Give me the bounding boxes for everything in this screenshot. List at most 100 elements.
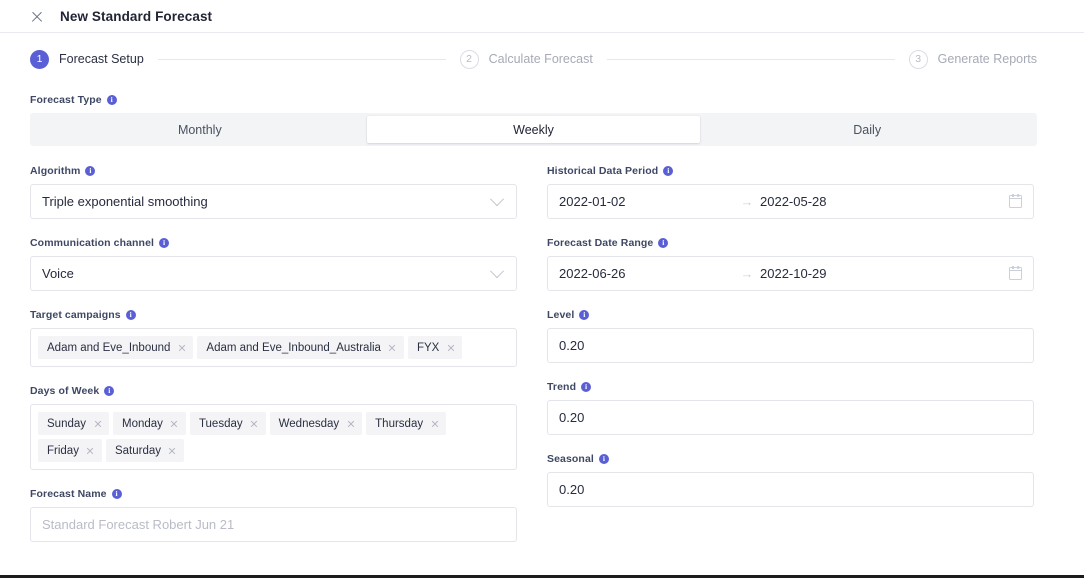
communication-channel-value: Voice <box>42 266 492 281</box>
days-of-week-input[interactable]: Sunday Monday Tuesday Wednesday <box>30 404 517 470</box>
seasonal-field: Seasonal i 0.20 <box>547 453 1034 507</box>
info-icon[interactable]: i <box>599 454 609 464</box>
form-columns: Algorithm i Triple exponential smoothing… <box>30 165 1037 560</box>
trend-field: Trend i 0.20 <box>547 381 1034 435</box>
step-label-2: Calculate Forecast <box>489 52 593 66</box>
info-icon[interactable]: i <box>579 310 589 320</box>
historical-data-period-daterange[interactable]: 2022-01-02 → 2022-05-28 <box>547 184 1034 219</box>
tag-remove-icon[interactable] <box>346 419 355 428</box>
forecast-end-date[interactable]: 2022-10-29 <box>760 266 935 281</box>
step-forecast-setup[interactable]: 1 Forecast Setup <box>30 50 144 69</box>
historical-end-date[interactable]: 2022-05-28 <box>760 194 935 209</box>
step-badge-3: 3 <box>909 50 928 69</box>
info-icon[interactable]: i <box>663 166 673 176</box>
tab-weekly[interactable]: Weekly <box>367 116 701 143</box>
historical-start-date[interactable]: 2022-01-02 <box>559 194 734 209</box>
forecast-type-field: Forecast Type i Monthly Weekly Daily <box>30 94 1037 146</box>
tag-label: Adam and Eve_Inbound_Australia <box>206 342 381 354</box>
forecast-name-field: Forecast Name i Standard Forecast Robert… <box>30 488 517 542</box>
tag-label: Adam and Eve_Inbound <box>47 342 170 354</box>
forecast-date-range-label-text: Forecast Date Range <box>547 237 653 249</box>
level-input[interactable]: 0.20 <box>547 328 1034 363</box>
tag-item[interactable]: Tuesday <box>190 412 266 435</box>
tag-item[interactable]: Thursday <box>366 412 446 435</box>
info-icon[interactable]: i <box>159 238 169 248</box>
date-range-arrow-icon: → <box>734 266 760 281</box>
tag-remove-icon[interactable] <box>86 446 95 455</box>
tag-item[interactable]: Monday <box>113 412 186 435</box>
date-range-arrow-icon: → <box>734 194 760 209</box>
tag-label: Saturday <box>115 445 161 457</box>
close-icon[interactable] <box>30 10 44 24</box>
tag-label: Friday <box>47 445 79 457</box>
tag-item[interactable]: FYX <box>408 336 462 359</box>
tag-item[interactable]: Sunday <box>38 412 109 435</box>
forecast-setup-form: Forecast Type i Monthly Weekly Daily Alg… <box>0 94 1084 560</box>
target-campaigns-input[interactable]: Adam and Eve_Inbound Adam and Eve_Inboun… <box>30 328 517 367</box>
step-label-1: Forecast Setup <box>59 52 144 66</box>
tag-item[interactable]: Wednesday <box>270 412 363 435</box>
tag-label: Thursday <box>375 418 423 430</box>
info-icon[interactable]: i <box>658 238 668 248</box>
wizard-stepper: 1 Forecast Setup 2 Calculate Forecast 3 … <box>0 33 1084 85</box>
tag-remove-icon[interactable] <box>430 419 439 428</box>
communication-channel-field: Communication channel i Voice <box>30 237 517 291</box>
chevron-down-icon <box>490 264 504 278</box>
seasonal-value: 0.20 <box>559 482 1022 497</box>
communication-channel-select[interactable]: Voice <box>30 256 517 291</box>
tag-remove-icon[interactable] <box>250 419 259 428</box>
forecast-name-input[interactable]: Standard Forecast Robert Jun 21 <box>30 507 517 542</box>
tag-item[interactable]: Adam and Eve_Inbound <box>38 336 193 359</box>
tag-remove-icon[interactable] <box>388 343 397 352</box>
tag-remove-icon[interactable] <box>446 343 455 352</box>
tag-remove-icon[interactable] <box>177 343 186 352</box>
info-icon[interactable]: i <box>107 95 117 105</box>
tag-remove-icon[interactable] <box>168 446 177 455</box>
level-label: Level i <box>547 309 1034 321</box>
step-calculate-forecast[interactable]: 2 Calculate Forecast <box>460 50 593 69</box>
target-campaigns-field: Target campaigns i Adam and Eve_Inbound … <box>30 309 517 367</box>
tag-label: Wednesday <box>279 418 340 430</box>
form-column-left: Algorithm i Triple exponential smoothing… <box>30 165 517 560</box>
forecast-start-date[interactable]: 2022-06-26 <box>559 266 734 281</box>
historical-data-period-field: Historical Data Period i 2022-01-02 → 20… <box>547 165 1034 219</box>
forecast-type-segmented-control: Monthly Weekly Daily <box>30 113 1037 146</box>
calendar-icon[interactable] <box>1009 195 1022 208</box>
forecast-name-label: Forecast Name i <box>30 488 517 500</box>
info-icon[interactable]: i <box>126 310 136 320</box>
tag-item[interactable]: Saturday <box>106 439 184 462</box>
info-icon[interactable]: i <box>85 166 95 176</box>
days-of-week-label-text: Days of Week <box>30 385 99 397</box>
forecast-date-range-field: Forecast Date Range i 2022-06-26 → 2022-… <box>547 237 1034 291</box>
step-generate-reports[interactable]: 3 Generate Reports <box>909 50 1037 69</box>
tag-item[interactable]: Friday <box>38 439 102 462</box>
level-label-text: Level <box>547 309 574 321</box>
tab-monthly[interactable]: Monthly <box>33 116 367 143</box>
calendar-icon[interactable] <box>1009 267 1022 280</box>
tag-item[interactable]: Adam and Eve_Inbound_Australia <box>197 336 404 359</box>
window-titlebar: New Standard Forecast <box>0 0 1084 32</box>
algorithm-select[interactable]: Triple exponential smoothing <box>30 184 517 219</box>
forecast-date-range-label: Forecast Date Range i <box>547 237 1034 249</box>
tab-daily[interactable]: Daily <box>700 116 1034 143</box>
algorithm-value: Triple exponential smoothing <box>42 194 492 209</box>
algorithm-field: Algorithm i Triple exponential smoothing <box>30 165 517 219</box>
info-icon[interactable]: i <box>112 489 122 499</box>
forecast-type-label-text: Forecast Type <box>30 94 102 106</box>
info-icon[interactable]: i <box>581 382 591 392</box>
step-connector-2 <box>607 59 895 60</box>
tag-remove-icon[interactable] <box>170 419 179 428</box>
tag-label: FYX <box>417 342 439 354</box>
seasonal-label: Seasonal i <box>547 453 1034 465</box>
tag-remove-icon[interactable] <box>93 419 102 428</box>
seasonal-input[interactable]: 0.20 <box>547 472 1034 507</box>
tag-label: Sunday <box>47 418 86 430</box>
forecast-date-range-daterange[interactable]: 2022-06-26 → 2022-10-29 <box>547 256 1034 291</box>
historical-data-period-label: Historical Data Period i <box>547 165 1034 177</box>
trend-label: Trend i <box>547 381 1034 393</box>
info-icon[interactable]: i <box>104 386 114 396</box>
trend-input[interactable]: 0.20 <box>547 400 1034 435</box>
communication-channel-label: Communication channel i <box>30 237 517 249</box>
level-field: Level i 0.20 <box>547 309 1034 363</box>
algorithm-label-text: Algorithm <box>30 165 80 177</box>
